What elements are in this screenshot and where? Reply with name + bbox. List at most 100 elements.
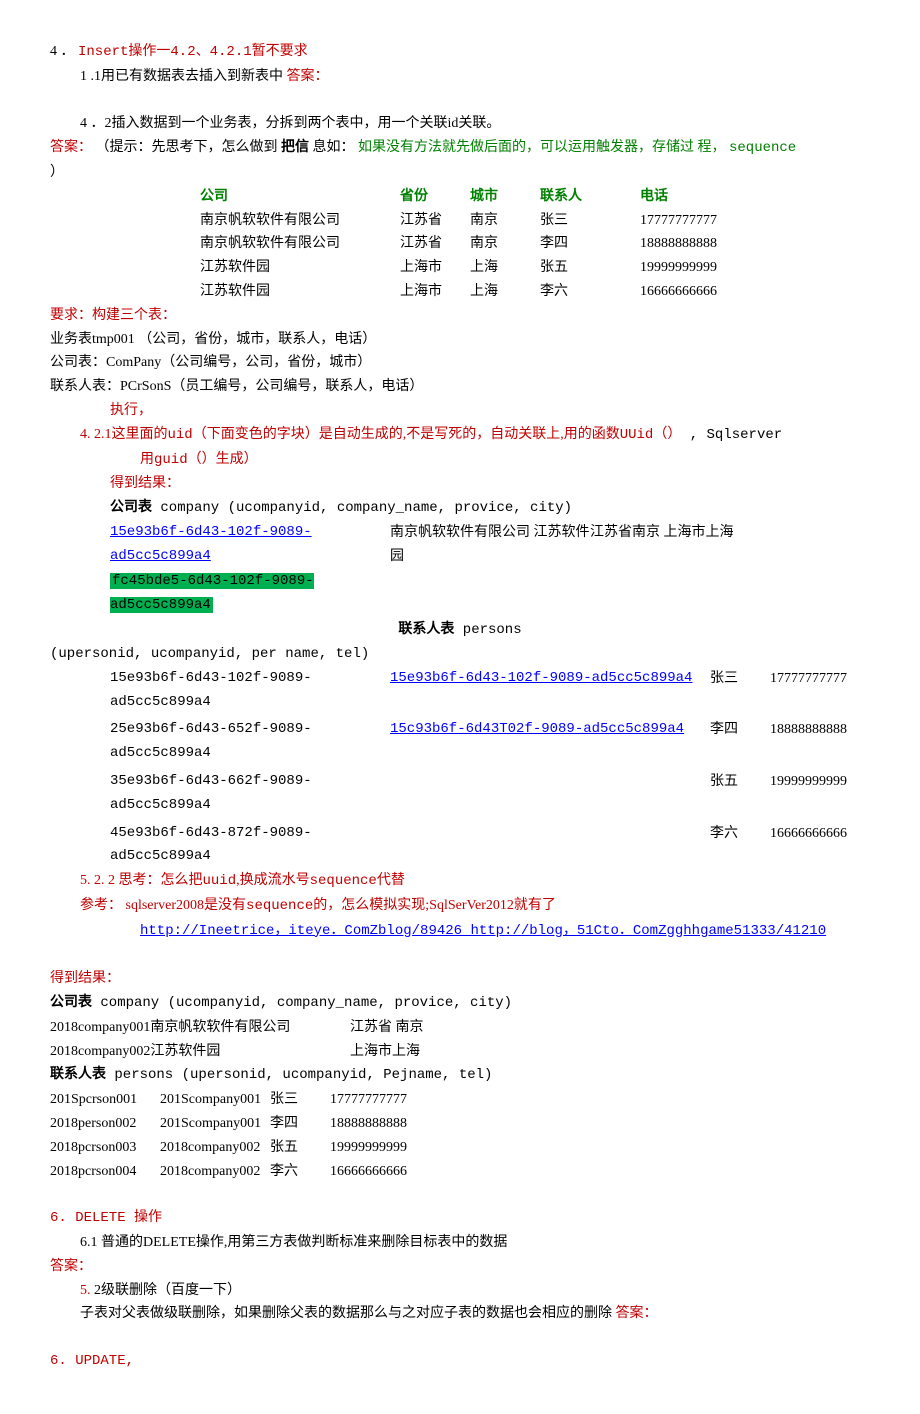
persons-result-grid: 15e93b6f-6d43-102f-9089-ad5cc5c899a4 15e…: [110, 667, 870, 869]
table-cell: 南京: [470, 209, 540, 233]
company-result-grid: 15e93b6f-6d43-102f-9089-ad5cc5c899a4 fc4…: [110, 521, 870, 618]
cascade-delete-desc: 子表对父表做级联删除，如果删除父表的数据那么与之对应子表的数据也会相应的删除 答…: [50, 1302, 870, 1326]
table-cell: 18888888888: [640, 232, 760, 256]
answer-label: 答案：: [50, 140, 92, 155]
table-cell: 李四: [540, 232, 640, 256]
section-4-2-1-cont: 用guid（）生成）: [50, 448, 870, 473]
uuid-link[interactable]: 15e93b6f-6d43-102f-9089-ad5cc5c899a4: [390, 667, 710, 715]
section-6-5: 5. 2级联删除（百度一下）: [50, 1279, 870, 1303]
section-4-title: 4 ． Insert操作一4.2、4.2.1暂不要求: [50, 40, 870, 65]
persons-table-header: 联系人表 persons: [50, 618, 870, 643]
answer-label: 答案：: [616, 1306, 658, 1321]
hint-line: 答案： （提示：先思考下，怎么做到 把信 息如： 如果没有方法就先做后面的，可以…: [50, 136, 870, 161]
table-cell: 上海市上海: [350, 1040, 470, 1064]
section-4-2-1: 4. 2.1这里面的uid（下面变色的字块）是自动生成的,不是写死的，自动关联上…: [50, 423, 870, 448]
section-5-2-2: 5. 2. 2 思考：怎么把uuid,换成流水号sequence代替: [50, 869, 870, 894]
uuid-cell: [390, 822, 710, 870]
table-cell: 201Scompany001: [160, 1112, 270, 1136]
table-cell: 2018company001南京帆软软件有限公司: [50, 1016, 350, 1040]
col-company: 公司: [200, 185, 400, 209]
reference-link[interactable]: http://Ineetrice，iteye．ComZblog/89426 ht…: [50, 919, 870, 944]
uuid-cell: 15e93b6f-6d43-102f-9089-ad5cc5c899a4: [110, 667, 390, 715]
uuid-cell: [390, 770, 710, 818]
persons-signature: (upersonid, ucompanyid, per name, tel): [50, 643, 870, 667]
table-cell: 张三: [270, 1088, 330, 1112]
execute-label: 执行，: [50, 399, 870, 423]
col-province: 省份: [400, 185, 470, 209]
persons-table-header-2: 联系人表 persons (upersonid, ucompanyid, Pej…: [50, 1063, 870, 1088]
table-cell: 张五: [540, 256, 640, 280]
table-def-2: 公司表：ComPany（公司编号，公司，省份，城市）: [50, 351, 870, 375]
answer-label: 答案：: [50, 1255, 870, 1279]
table-cell: 19999999999: [330, 1136, 450, 1160]
table-cell: 李四: [270, 1112, 330, 1136]
table-cell: 上海: [470, 280, 540, 304]
requirement-title: 要求：构建三个表：: [50, 304, 870, 328]
section-6-title: 6. DELETE 操作: [50, 1207, 870, 1231]
person-name: 张五: [710, 770, 770, 818]
uuid-link[interactable]: 15c93b6f-6d43T02f-9089-ad5cc5c899a4: [390, 718, 710, 766]
company-locations: 江苏省南京 上海市上海: [590, 521, 740, 618]
person-tel: 17777777777: [770, 667, 870, 715]
answer-label: 答案：: [287, 69, 329, 84]
table-cell: 上海市: [400, 280, 470, 304]
table-cell: 16666666666: [330, 1160, 450, 1184]
section-num: 4 ．: [50, 44, 75, 59]
person-name: 李四: [710, 718, 770, 766]
company-result-2: 2018company001南京帆软软件有限公司 江苏省 南京 2018comp…: [50, 1016, 870, 1064]
person-tel: 19999999999: [770, 770, 870, 818]
table-cell: 李六: [540, 280, 640, 304]
table-def-3: 联系人表：PCrSonS（员工编号，公司编号，联系人，电话）: [50, 375, 870, 399]
table-cell: 南京: [470, 232, 540, 256]
table-cell: 2018company002: [160, 1136, 270, 1160]
col-contact: 联系人: [540, 185, 640, 209]
uuid-cell: 25e93b6f-6d43-652f-9089-ad5cc5c899a4: [110, 718, 390, 766]
persons-result-2: 201Spcrson001 201Scompany001 张三 17777777…: [50, 1088, 870, 1183]
highlighted-uuid: fc45bde5-6d43-102f-9089-ad5cc5c899a4: [110, 573, 314, 614]
table-cell: 江苏省 南京: [350, 1016, 470, 1040]
table-cell: 18888888888: [330, 1112, 450, 1136]
table-cell: 上海市: [400, 256, 470, 280]
company-table-header: 公司表 company (ucompanyid, company_name, p…: [50, 496, 870, 521]
table-cell: 17777777777: [330, 1088, 450, 1112]
table-cell: 江苏软件园: [200, 256, 400, 280]
table-cell: 2018pcrson004: [50, 1160, 160, 1184]
table-cell: 南京帆软软件有限公司: [200, 209, 400, 233]
table-def-1: 业务表tmp001 （公司，省份，城市，联系人，电话）: [50, 328, 870, 352]
table-cell: 201Scompany001: [160, 1088, 270, 1112]
uuid-cell: 45e93b6f-6d43-872f-9089-ad5cc5c899a4: [110, 822, 390, 870]
table-cell: 张三: [540, 209, 640, 233]
table-cell: 张五: [270, 1136, 330, 1160]
result-label: 得到结果：: [50, 472, 870, 496]
person-name: 张三: [710, 667, 770, 715]
reference-line: 参考： sqlserver2008是没有sequence的，怎么模拟实现;Sql…: [50, 894, 870, 919]
result2-title: 得到结果：: [50, 967, 870, 991]
table-cell: 17777777777: [640, 209, 760, 233]
table-cell: 2018company002: [160, 1160, 270, 1184]
table-cell: 2018company002江苏软件园: [50, 1040, 350, 1064]
company-names: 南京帆软软件有限公司 江苏软件园: [390, 521, 590, 618]
line-4-2: 4 ．2插入数据到一个业务表，分拆到两个表中，用一个关联id关联。: [50, 112, 870, 136]
line-4-1-1: 1 .1用已有数据表去插入到新表中 答案：: [50, 65, 870, 89]
table-cell: 江苏软件园: [200, 280, 400, 304]
person-name: 李六: [710, 822, 770, 870]
hint-paren: ）: [50, 161, 870, 185]
table-cell: 201Spcrson001: [50, 1088, 160, 1112]
table-cell: 江苏省: [400, 209, 470, 233]
company-table-header-2: 公司表 company (ucompanyid, company_name, p…: [50, 991, 870, 1016]
table-cell: 2018person002: [50, 1112, 160, 1136]
person-tel: 18888888888: [770, 718, 870, 766]
section-title-red: Insert操作一4.2、4.2.1暂不要求: [78, 44, 308, 60]
uuid-cell: 35e93b6f-6d43-662f-9089-ad5cc5c899a4: [110, 770, 390, 818]
table-cell: 江苏省: [400, 232, 470, 256]
uuid-cell: 15e93b6f-6d43-102f-9089-ad5cc5c899a4 fc4…: [110, 521, 390, 618]
col-city: 城市: [470, 185, 540, 209]
col-phone: 电话: [640, 185, 760, 209]
table-cell: 19999999999: [640, 256, 760, 280]
table-cell: 南京帆软软件有限公司: [200, 232, 400, 256]
person-tel: 16666666666: [770, 822, 870, 870]
section-6-update: 6. UPDATE,: [50, 1350, 870, 1374]
table-cell: 2018pcrson003: [50, 1136, 160, 1160]
table-cell: 16666666666: [640, 280, 760, 304]
section-6-1: 6.1 普通的DELETE操作,用第三方表做判断标准来删除目标表中的数据: [50, 1231, 870, 1255]
